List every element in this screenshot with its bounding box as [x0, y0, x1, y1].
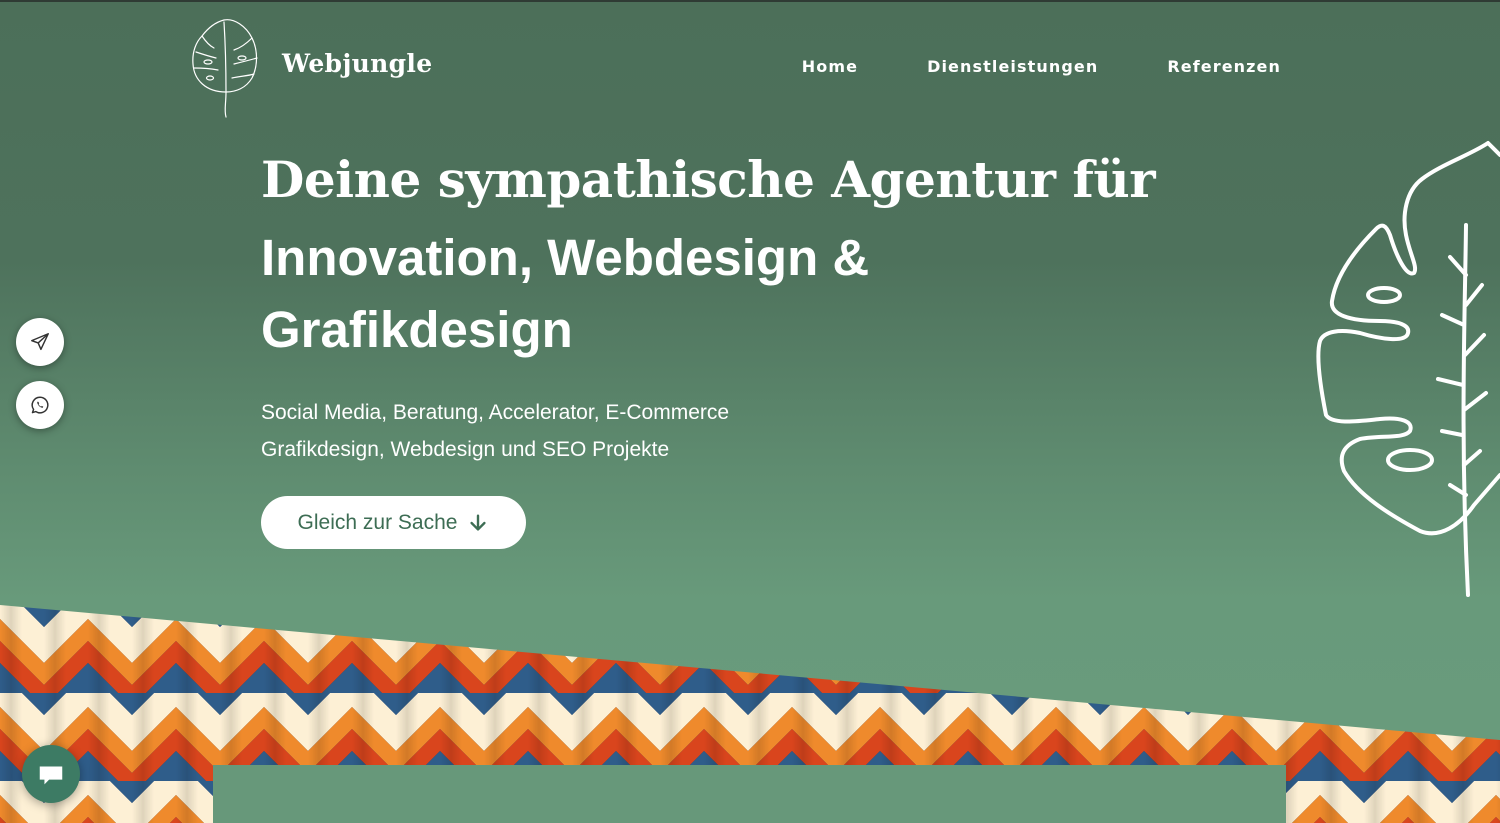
hero-background [0, 0, 1500, 823]
nav-home[interactable]: Home [802, 57, 858, 76]
nav-dienstleistungen[interactable]: Dienstleistungen [927, 57, 1098, 76]
hero-subtitle-line-2: Grafikdesign, Webdesign und SEO Projekte [261, 438, 670, 461]
top-border [0, 0, 1500, 2]
monstera-leaf-logo-icon [192, 19, 258, 118]
cta-label: Gleich zur Sache [297, 510, 458, 534]
content-card [213, 765, 1286, 823]
monstera-leaf-decoration-icon [1316, 141, 1500, 597]
brand-name: Webjungle [282, 48, 433, 78]
brand-logo[interactable]: Webjungle [186, 14, 432, 118]
paper-plane-icon [31, 333, 49, 351]
main-nav: Home Dienstleistungen Referenzen [802, 57, 1281, 76]
arrow-down-icon [470, 513, 487, 531]
chat-icon [39, 766, 63, 785]
hero-headline-light: Deine sympathische Agentur für [261, 150, 1156, 209]
chat-button[interactable] [22, 745, 80, 803]
contact-button[interactable] [16, 318, 64, 366]
nav-referenzen[interactable]: Referenzen [1167, 57, 1281, 76]
cta-button[interactable]: Gleich zur Sache [261, 496, 526, 549]
hero-headline-bold: Innovation, Webdesign & Grafikdesign [261, 229, 870, 358]
hero-subtitle-line-1: Social Media, Beratung, Accelerator, E-C… [261, 401, 730, 424]
whatsapp-button[interactable] [16, 381, 64, 429]
hero-subtitle: Social Media, Beratung, Accelerator, E-C… [261, 394, 729, 468]
whatsapp-icon [31, 396, 49, 414]
